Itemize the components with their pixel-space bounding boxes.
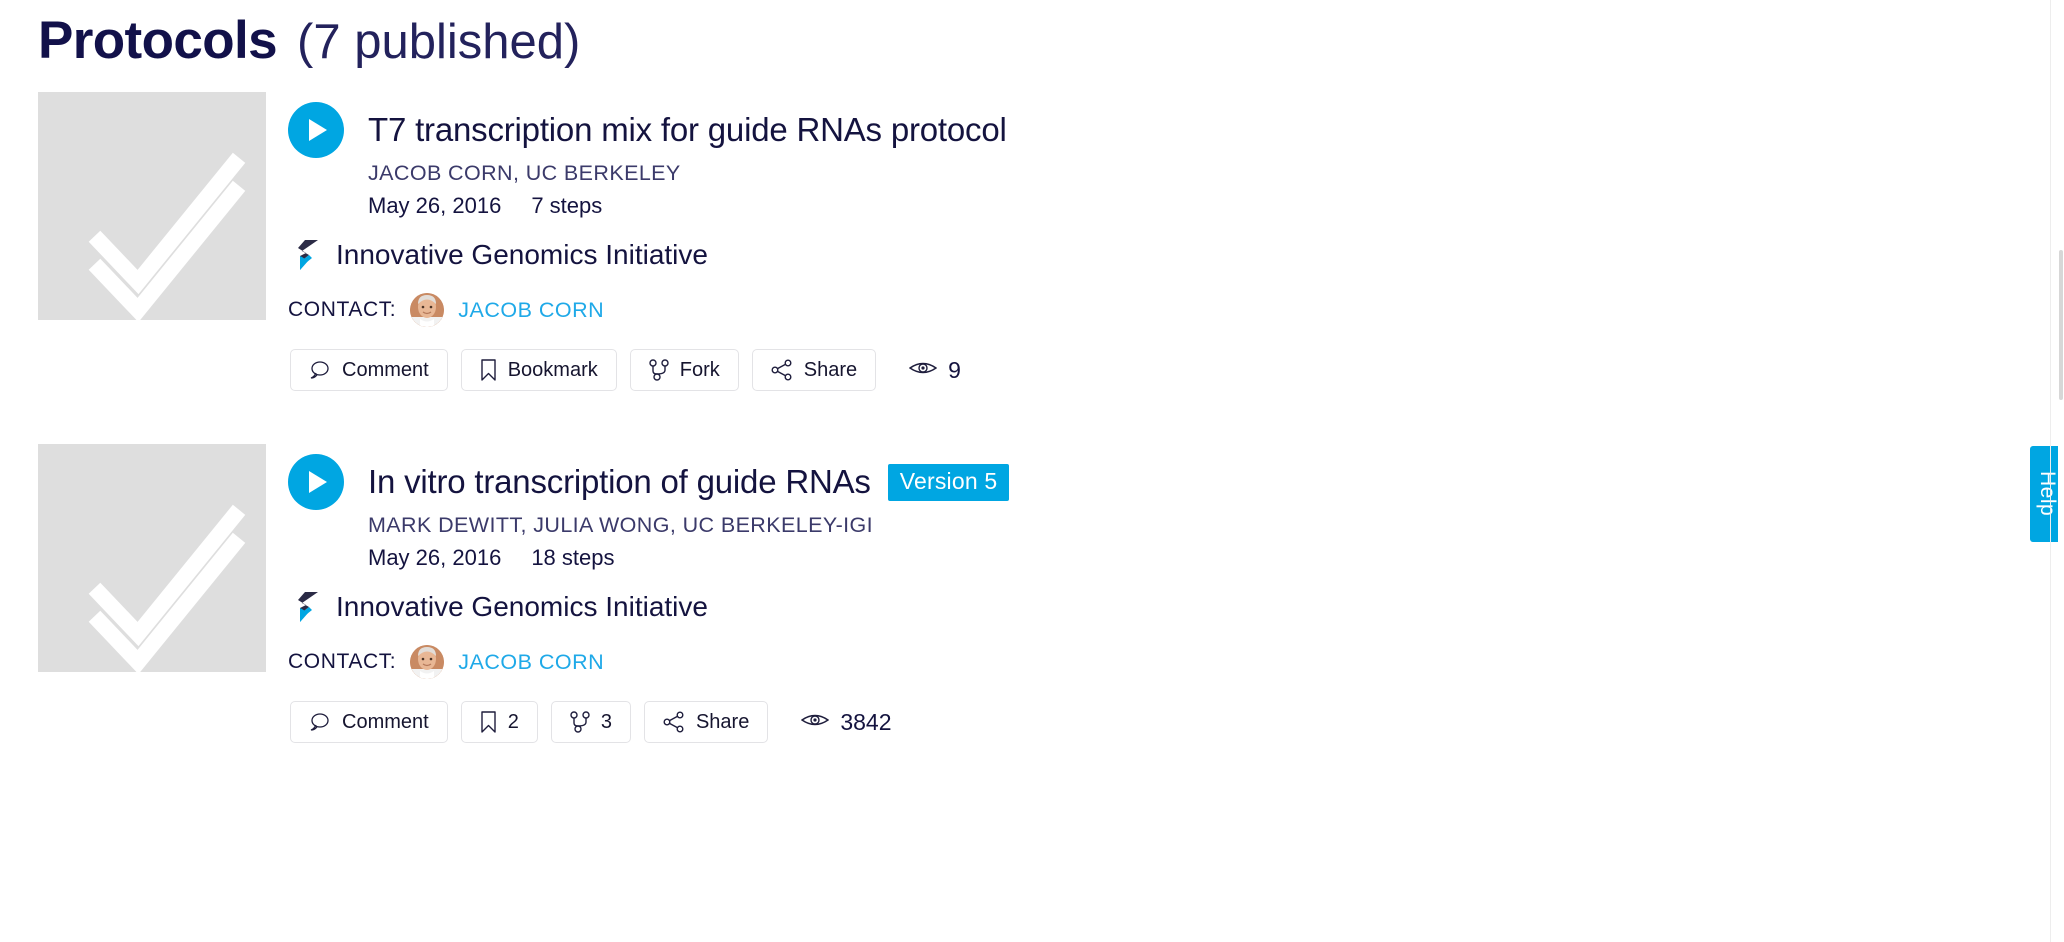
fork-icon bbox=[570, 711, 590, 733]
fork-icon bbox=[649, 359, 669, 381]
comment-icon bbox=[309, 360, 331, 380]
play-icon bbox=[303, 118, 329, 142]
action-button-fork[interactable]: Fork bbox=[629, 349, 739, 391]
protocol-meta: May 26, 2016 18 steps bbox=[368, 545, 1009, 571]
protocol-date: May 26, 2016 bbox=[368, 545, 502, 570]
action-button-bookmark[interactable]: Bookmark bbox=[460, 349, 617, 391]
organization-row[interactable]: Innovative Genomics Initiative bbox=[298, 239, 1007, 271]
protocols-bolt-icon bbox=[298, 240, 320, 270]
share-icon bbox=[663, 711, 685, 733]
protocol-steps: 7 steps bbox=[531, 193, 603, 218]
help-tab-label: Help bbox=[2036, 471, 2059, 517]
protocol-authors: JACOB CORN, UC BERKELEY bbox=[368, 161, 681, 185]
action-bar: Comment Bookmark Fork Share 9 bbox=[290, 349, 1007, 391]
protocol-thumbnail[interactable] bbox=[38, 444, 266, 672]
protocols-page: Protocols (7 published) T7 transcription… bbox=[0, 0, 2064, 942]
scrollbar-thumb[interactable] bbox=[2059, 250, 2063, 400]
scrollbar-track[interactable] bbox=[2058, 0, 2064, 942]
action-button-label: Bookmark bbox=[507, 358, 598, 381]
protocol-details: In vitro transcription of guide RNAs Vers… bbox=[288, 444, 1010, 743]
action-button-label: 2 bbox=[507, 710, 519, 733]
views-counter: 9 bbox=[908, 356, 961, 384]
protocol-authors: MARK DEWITT, JULIA WONG, UC BERKELEY-IGI bbox=[368, 513, 874, 537]
protocol-title[interactable]: In vitro transcription of guide RNAs bbox=[368, 463, 871, 501]
action-button-share[interactable]: Share bbox=[751, 349, 877, 391]
protocol-title-row: T7 transcription mix for guide RNAs prot… bbox=[288, 102, 1007, 158]
protocol-title[interactable]: T7 transcription mix for guide RNAs prot… bbox=[368, 111, 1007, 149]
version-badge: Version 5 bbox=[887, 463, 1010, 501]
play-button[interactable] bbox=[288, 454, 344, 510]
action-button-share[interactable]: Share bbox=[643, 701, 769, 743]
organization-name: Innovative Genomics Initiative bbox=[336, 591, 708, 622]
bookmark-icon bbox=[480, 711, 497, 733]
protocol-card: In vitro transcription of guide RNAs Vers… bbox=[38, 444, 1010, 743]
views-count: 9 bbox=[948, 356, 961, 383]
organization-name: Innovative Genomics Initiative bbox=[336, 239, 708, 270]
page-title: Protocols bbox=[38, 11, 278, 70]
action-button-comment[interactable]: Comment bbox=[290, 701, 448, 743]
bookmark-icon bbox=[480, 359, 497, 381]
action-button-bookmark[interactable]: 2 bbox=[460, 701, 538, 743]
eye-icon bbox=[801, 711, 830, 734]
action-button-label: Share bbox=[695, 710, 750, 733]
published-count: (7 published) bbox=[297, 15, 581, 69]
comment-icon bbox=[309, 712, 331, 732]
contact-row: CONTACT: JACOB CORN bbox=[288, 293, 1007, 327]
protocol-steps: 18 steps bbox=[531, 545, 615, 570]
play-button[interactable] bbox=[288, 102, 344, 158]
contact-label: CONTACT: bbox=[288, 650, 397, 673]
action-button-comment[interactable]: Comment bbox=[290, 349, 448, 391]
avatar[interactable] bbox=[410, 293, 445, 327]
organization-row[interactable]: Innovative Genomics Initiative bbox=[298, 591, 1009, 623]
action-button-label: Fork bbox=[679, 358, 720, 381]
protocol-thumbnail[interactable] bbox=[38, 92, 266, 320]
protocol-meta: May 26, 2016 7 steps bbox=[368, 193, 1007, 219]
contact-label: CONTACT: bbox=[288, 298, 397, 321]
action-button-label: Comment bbox=[342, 358, 429, 381]
share-icon bbox=[771, 359, 793, 381]
page-edge-divider bbox=[2050, 0, 2051, 942]
action-bar: Comment 2 3 Share 3842 bbox=[290, 701, 1009, 743]
action-button-fork[interactable]: 3 bbox=[550, 701, 631, 743]
page-header: Protocols (7 published) bbox=[38, 10, 580, 71]
protocol-title-row: In vitro transcription of guide RNAs Vers… bbox=[288, 454, 1010, 510]
protocol-details: T7 transcription mix for guide RNAs prot… bbox=[288, 92, 1007, 391]
action-button-label: 3 bbox=[600, 710, 612, 733]
contact-name[interactable]: JACOB CORN bbox=[458, 298, 604, 323]
protocols-bolt-icon bbox=[298, 592, 320, 622]
play-icon bbox=[303, 470, 329, 494]
protocol-card: T7 transcription mix for guide RNAs prot… bbox=[38, 92, 1007, 391]
contact-name[interactable]: JACOB CORN bbox=[458, 650, 604, 675]
action-button-label: Share bbox=[803, 358, 858, 381]
views-counter: 3842 bbox=[801, 708, 892, 736]
contact-row: CONTACT: JACOB CORN bbox=[288, 645, 1009, 679]
eye-icon bbox=[908, 359, 938, 382]
protocol-date: May 26, 2016 bbox=[368, 193, 502, 218]
views-count: 3842 bbox=[840, 708, 892, 735]
avatar[interactable] bbox=[410, 645, 445, 679]
action-button-label: Comment bbox=[342, 710, 429, 733]
